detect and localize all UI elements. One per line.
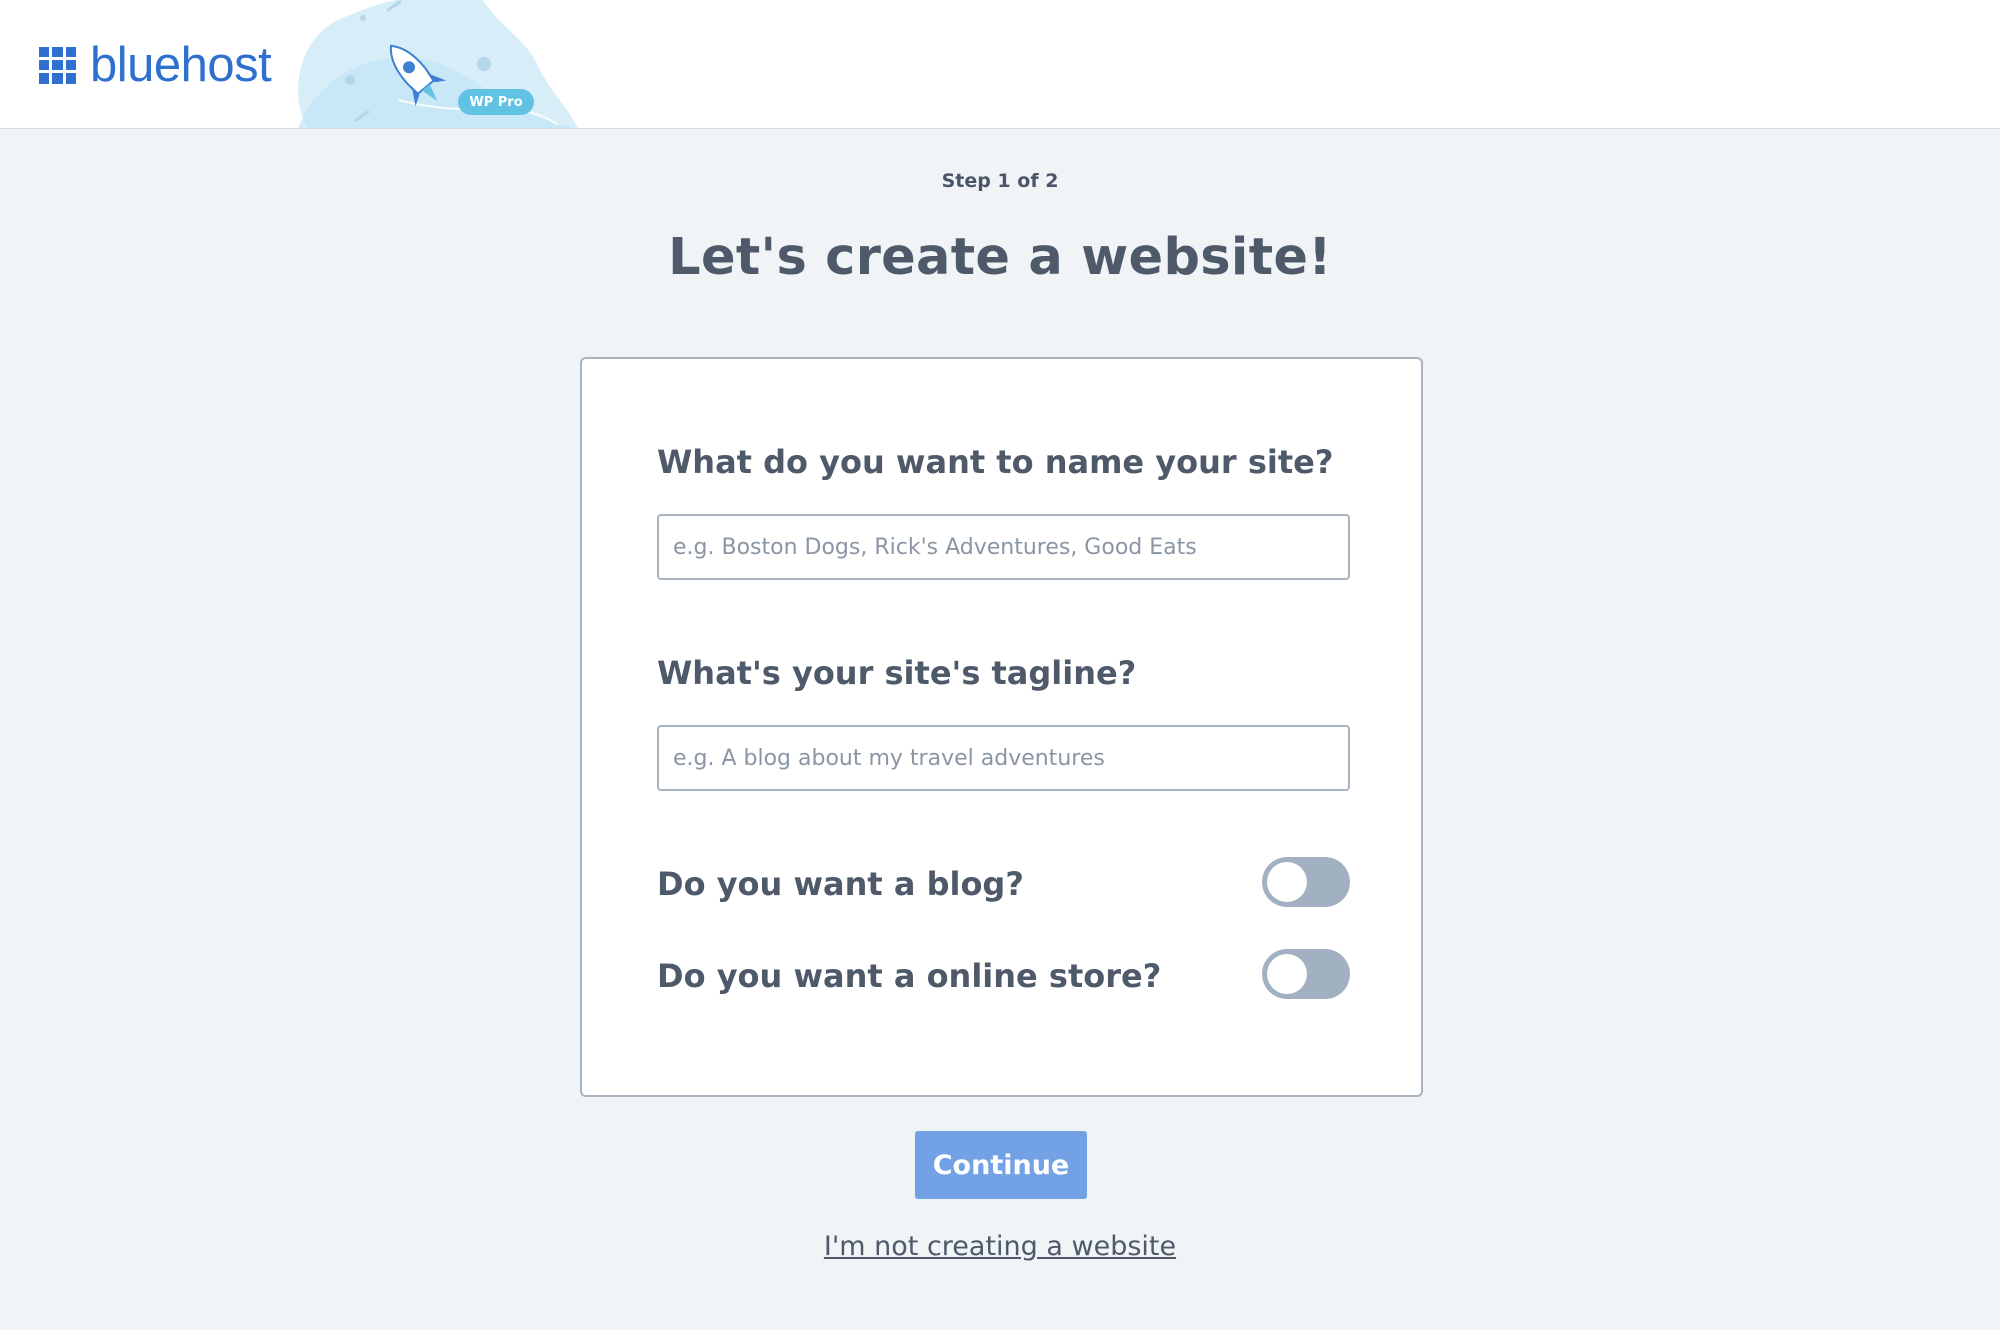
rocket-illustration	[298, 0, 578, 128]
continue-button[interactable]: Continue	[915, 1131, 1087, 1199]
bluehost-logo[interactable]: bluehost	[39, 37, 272, 92]
site-name-input[interactable]	[657, 514, 1350, 580]
site-name-label: What do you want to name your site?	[657, 443, 1334, 481]
blog-question-label: Do you want a blog?	[657, 865, 1024, 903]
blog-toggle[interactable]	[1262, 857, 1350, 907]
create-website-form: What do you want to name your site? What…	[580, 357, 1423, 1097]
not-creating-website-link[interactable]: I'm not creating a website	[824, 1231, 1176, 1262]
toggle-knob	[1267, 954, 1307, 994]
online-store-toggle[interactable]	[1262, 949, 1350, 999]
page-title: Let's create a website!	[668, 228, 1332, 287]
store-question-label: Do you want a online store?	[657, 957, 1162, 995]
tagline-input[interactable]	[657, 725, 1350, 791]
skip-link-container: I'm not creating a website	[0, 1231, 2000, 1262]
grid-icon	[39, 46, 76, 84]
top-header: bluehost WP Pro	[0, 0, 2000, 129]
brand-name: bluehost	[90, 37, 272, 92]
step-indicator: Step 1 of 2	[941, 170, 1059, 192]
wp-pro-badge: WP Pro	[458, 89, 534, 115]
toggle-knob	[1267, 862, 1307, 902]
tagline-label: What's your site's tagline?	[657, 654, 1137, 692]
